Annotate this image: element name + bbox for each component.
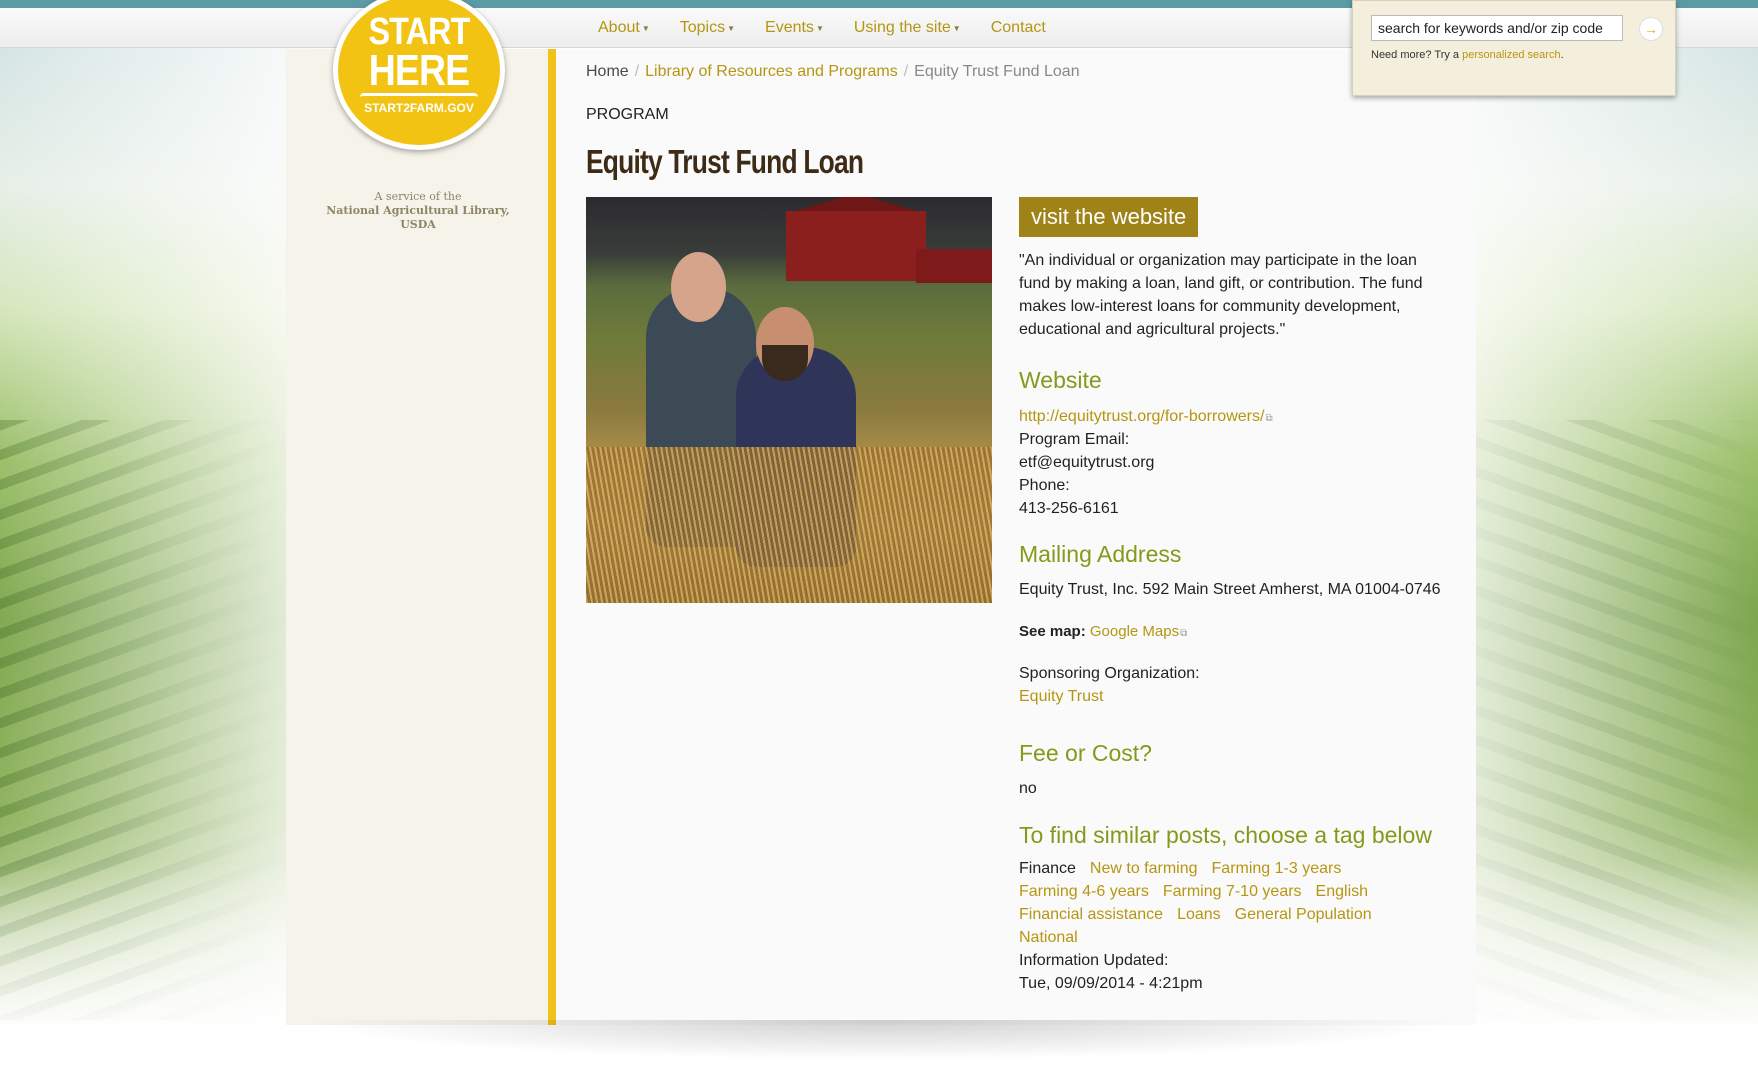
website-heading: Website: [1019, 367, 1102, 393]
search-more-text: Need more? Try a: [1371, 49, 1460, 61]
tag-financial-assistance[interactable]: Financial assistance: [1019, 906, 1163, 923]
tag-new-to-farming[interactable]: New to farming: [1090, 860, 1198, 877]
breadcrumb-current: Equity Trust Fund Loan: [914, 63, 1080, 80]
fee-value: no: [1019, 780, 1037, 797]
search-panel: → Need more? Try a personalized search.: [1352, 0, 1676, 96]
email-label: Program Email:: [1019, 431, 1130, 448]
page-title: Equity Trust Fund Loan: [586, 143, 864, 180]
phone-value: 413-256-6161: [1019, 500, 1119, 517]
barn: [786, 211, 926, 281]
mailing-address: Equity Trust, Inc. 592 Main Street Amher…: [1019, 581, 1441, 598]
phone-label: Phone:: [1019, 477, 1070, 494]
search-more: Need more? Try a personalized search.: [1371, 49, 1564, 61]
service-line3: USDA: [400, 218, 436, 231]
main-nav: About ▼ Topics ▼ Events ▼ Using the site ▼ C…: [598, 8, 1076, 48]
nav-events[interactable]: Events ▼: [765, 19, 824, 37]
sponsor-link[interactable]: Equity Trust: [1019, 688, 1103, 705]
program-photo: [586, 197, 992, 603]
caret-down-icon: ▼: [727, 23, 736, 33]
tag-farming-4-6-years[interactable]: Farming 4-6 years: [1019, 883, 1149, 900]
email-value: etf@equitytrust.org: [1019, 454, 1155, 471]
program-description: "An individual or organization may parti…: [1019, 252, 1423, 338]
see-map-label: See map:: [1019, 623, 1086, 640]
updated-value: Tue, 09/09/2014 - 4:21pm: [1019, 975, 1203, 992]
mailing-address-heading: Mailing Address: [1019, 541, 1182, 567]
caret-down-icon: ▼: [641, 23, 650, 33]
tag-national[interactable]: National: [1019, 929, 1078, 946]
breadcrumb-separator: /: [634, 63, 640, 80]
logo-line2: HERE: [368, 46, 470, 95]
breadcrumb: Home / Library of Resources and Programs / E…: [586, 63, 1080, 81]
nav-using-the-site[interactable]: Using the site ▼: [854, 19, 961, 37]
sponsor-row: Equity Trust: [1019, 685, 1103, 708]
page-shadow: [300, 1020, 1460, 1060]
service-line2: National Agricultural Library,: [326, 204, 510, 217]
tag-loans[interactable]: Loans: [1177, 906, 1221, 923]
tag-farming-1-3-years[interactable]: Farming 1-3 years: [1212, 860, 1342, 877]
service-line1: A service of the: [374, 190, 462, 203]
tag-general-population[interactable]: General Population: [1235, 906, 1372, 923]
updated-label: Information Updated:: [1019, 952, 1169, 969]
nav-about[interactable]: About ▼: [598, 19, 650, 37]
tag-list: Finance New to farming Farming 1-3 years F…: [1019, 857, 1459, 995]
sponsor-label: Sponsoring Organization:: [1019, 665, 1200, 682]
website-url-link[interactable]: http://equitytrust.org/for-borrowers/: [1019, 408, 1264, 425]
personalized-search-link[interactable]: personalized search: [1462, 49, 1560, 61]
nav-contact[interactable]: Contact: [991, 19, 1046, 37]
tag-farming-7-10-years[interactable]: Farming 7-10 years: [1163, 883, 1302, 900]
search-input[interactable]: [1371, 15, 1623, 41]
breadcrumb-home[interactable]: Home: [586, 63, 629, 80]
tall-grass: [586, 447, 992, 603]
external-link-icon: ⧉: [1180, 628, 1188, 639]
tag-english[interactable]: English: [1316, 883, 1368, 900]
nav-events-label: Events: [765, 19, 814, 36]
nav-about-label: About: [598, 19, 640, 36]
search-more-end: .: [1560, 49, 1564, 61]
tags-heading: To find similar posts, choose a tag belo…: [1019, 822, 1432, 848]
breadcrumb-separator: /: [903, 63, 909, 80]
caret-down-icon: ▼: [952, 23, 961, 33]
visit-website-button[interactable]: visit the website: [1019, 197, 1199, 237]
nav-using-label: Using the site: [853, 19, 951, 36]
farmer-left-head: [671, 252, 726, 322]
barn-annex: [916, 249, 992, 283]
caret-down-icon: ▼: [815, 23, 824, 33]
service-notice: A service of the National Agricultural L…: [300, 190, 536, 232]
nav-topics[interactable]: Topics ▼: [680, 19, 735, 37]
nav-contact-label: Contact: [990, 19, 1046, 36]
logo-url: START2FARM.GOV: [364, 101, 474, 115]
see-map-row: See map: Google Maps⧉: [1019, 620, 1187, 645]
breadcrumb-library[interactable]: Library of Resources and Programs: [645, 63, 898, 80]
nav-topics-label: Topics: [679, 19, 726, 36]
arrow-right-icon[interactable]: →: [1639, 17, 1663, 41]
content-type-label: PROGRAM: [586, 106, 669, 123]
sidebar-divider-bar: [548, 49, 556, 1025]
google-maps-link[interactable]: Google Maps: [1090, 623, 1179, 640]
tag-finance: Finance: [1019, 860, 1076, 877]
website-url-row: http://equitytrust.org/for-borrowers/⧉: [1019, 405, 1273, 430]
external-link-icon: ⧉: [1265, 413, 1273, 424]
fee-heading: Fee or Cost?: [1019, 740, 1152, 766]
